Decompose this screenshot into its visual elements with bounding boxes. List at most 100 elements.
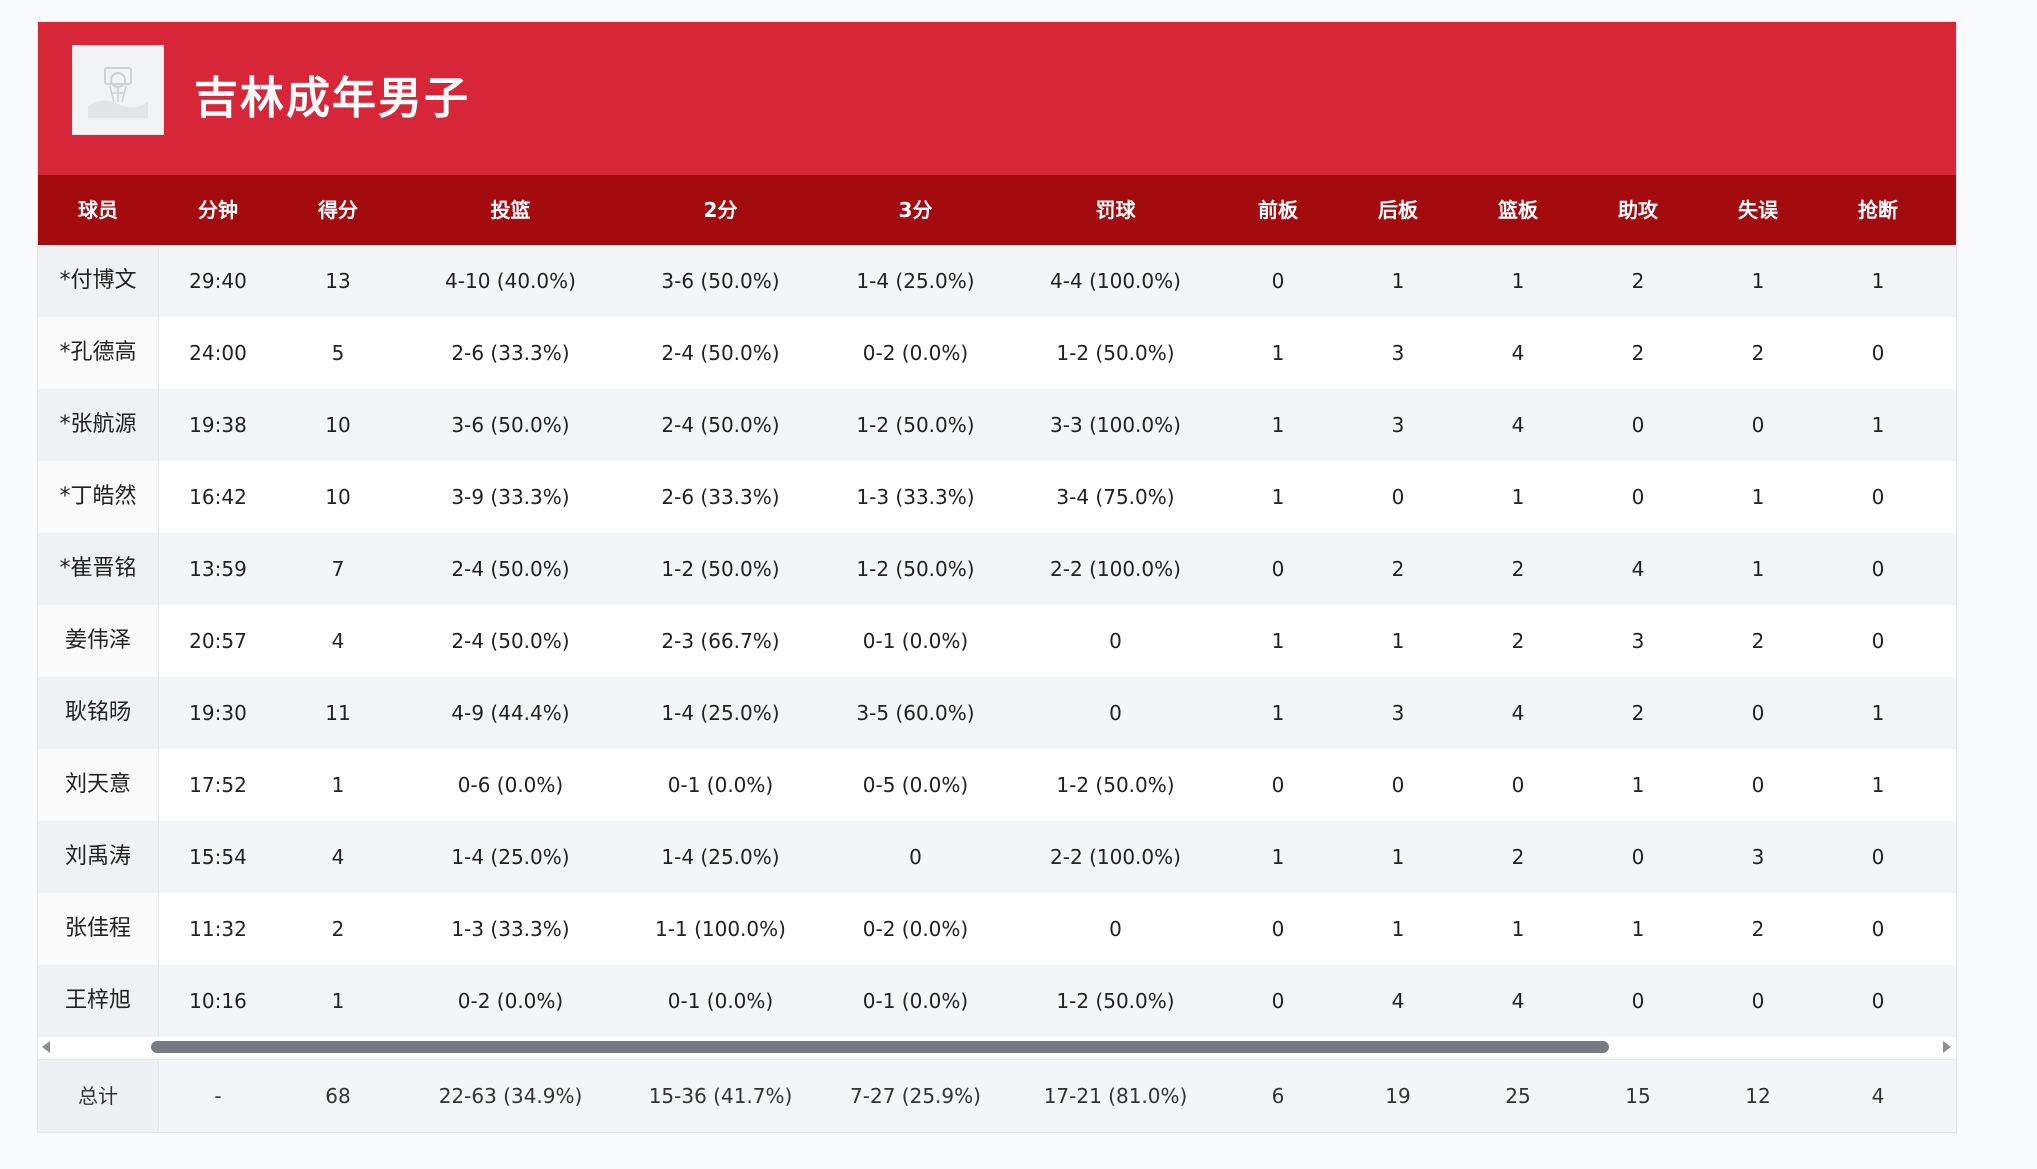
table-row: *崔晋铭 13:59 7 2-4 (50.0%) 1-2 (50.0%) 1-2 (50.… — [38, 533, 1956, 605]
stat-tov: 1 — [1751, 485, 1765, 509]
stat-minutes: 11:32 — [189, 917, 247, 941]
team-name: 吉林成年男子 — [194, 73, 470, 124]
column-header-points[interactable]: 得分 — [278, 175, 398, 245]
stat-tov: 2 — [1751, 629, 1765, 653]
column-header-stl[interactable]: 抢断 — [1818, 175, 1938, 245]
stat-tov: 1 — [1751, 269, 1765, 293]
column-header-minutes[interactable]: 分钟 — [158, 175, 278, 245]
stat-minutes: 19:30 — [189, 701, 247, 725]
stat-reb: 1 — [1511, 917, 1525, 941]
stat-minutes: 15:54 — [189, 845, 247, 869]
team-logo — [72, 45, 164, 135]
stat-reb: 4 — [1511, 413, 1525, 437]
stat-minutes: 24:00 — [189, 341, 247, 365]
scrollbar-thumb[interactable] — [151, 1041, 1609, 1053]
player-name[interactable]: *付博文 — [38, 245, 159, 317]
stat-ast: 3 — [1631, 629, 1645, 653]
stat-stl: 1 — [1871, 269, 1885, 293]
stat-ft: 2-2 (100.0%) — [1050, 845, 1181, 869]
player-name[interactable]: 耿铭旸 — [38, 677, 159, 749]
column-header-reb[interactable]: 篮板 — [1458, 175, 1578, 245]
stat-tov: 2 — [1751, 341, 1765, 365]
stat-three-pt: 1-2 (50.0%) — [856, 557, 975, 581]
stat-points: 10 — [325, 413, 351, 437]
column-header-player[interactable]: 球员 — [38, 175, 158, 245]
stat-minutes: 29:40 — [189, 269, 247, 293]
stat-off-reb: 0 — [1271, 557, 1285, 581]
player-name[interactable]: 刘禹涛 — [38, 821, 159, 893]
stat-fg: 2-4 (50.0%) — [451, 629, 570, 653]
stat-three-pt: 0-2 (0.0%) — [862, 341, 969, 365]
total-stl: 4 — [1871, 1084, 1885, 1108]
stat-reb: 2 — [1511, 845, 1525, 869]
column-header-off-reb[interactable]: 前板 — [1218, 175, 1338, 245]
column-header-two-pt[interactable]: 2分 — [623, 175, 818, 245]
player-name[interactable]: 王梓旭 — [38, 965, 159, 1037]
stat-points: 4 — [331, 629, 345, 653]
stat-tov: 0 — [1751, 701, 1765, 725]
stat-points: 10 — [325, 485, 351, 509]
stat-reb: 2 — [1511, 629, 1525, 653]
total-def-reb: 19 — [1385, 1084, 1411, 1108]
stat-off-reb: 1 — [1271, 629, 1285, 653]
stat-def-reb: 3 — [1391, 413, 1405, 437]
stat-ast: 2 — [1631, 269, 1645, 293]
stat-stl: 1 — [1871, 701, 1885, 725]
table-row: 王梓旭 10:16 1 0-2 (0.0%) 0-1 (0.0%) 0-1 (0.0%) 1… — [38, 965, 1956, 1037]
stat-ast: 0 — [1631, 989, 1645, 1013]
stat-two-pt: 1-2 (50.0%) — [661, 557, 780, 581]
stat-reb: 4 — [1511, 701, 1525, 725]
stat-two-pt: 1-1 (100.0%) — [655, 917, 786, 941]
column-header-blk[interactable]: 扣 — [1938, 175, 1956, 245]
stat-tov: 0 — [1751, 989, 1765, 1013]
stat-ft: 1-2 (50.0%) — [1056, 989, 1175, 1013]
stat-reb: 2 — [1511, 557, 1525, 581]
stat-off-reb: 0 — [1271, 917, 1285, 941]
stat-two-pt: 2-6 (33.3%) — [661, 485, 780, 509]
stat-stl: 0 — [1871, 341, 1885, 365]
stat-def-reb: 3 — [1391, 701, 1405, 725]
stat-def-reb: 1 — [1391, 917, 1405, 941]
box-score-panel: 吉林成年男子 球员分钟得分投篮2分3分罚球前板后板篮板助攻失误抢断扣 *付博文 2… — [37, 21, 1957, 1133]
stat-minutes: 16:42 — [189, 485, 247, 509]
stat-ft: 1-2 (50.0%) — [1056, 341, 1175, 365]
stat-two-pt: 3-6 (50.0%) — [661, 269, 780, 293]
stat-points: 1 — [331, 773, 345, 797]
column-header-tov[interactable]: 失误 — [1698, 175, 1818, 245]
player-name[interactable]: *张航源 — [38, 389, 159, 461]
stat-def-reb: 1 — [1391, 629, 1405, 653]
table-row: *丁皓然 16:42 10 3-9 (33.3%) 2-6 (33.3%) 1-3 (33… — [38, 461, 1956, 533]
scroll-right-arrow-icon[interactable] — [1943, 1041, 1951, 1053]
table-row: *孔德高 24:00 5 2-6 (33.3%) 2-4 (50.0%) 0-2 (0.0… — [38, 317, 1956, 389]
stat-def-reb: 4 — [1391, 989, 1405, 1013]
stat-stl: 0 — [1871, 989, 1885, 1013]
stat-def-reb: 1 — [1391, 845, 1405, 869]
total-off-reb: 6 — [1271, 1084, 1285, 1108]
stat-three-pt: 0 — [909, 845, 922, 869]
player-name[interactable]: *崔晋铭 — [38, 533, 159, 605]
column-header-three-pt[interactable]: 3分 — [818, 175, 1013, 245]
player-name[interactable]: 刘天意 — [38, 749, 159, 821]
column-header-ast[interactable]: 助攻 — [1578, 175, 1698, 245]
stat-ast: 1 — [1631, 917, 1645, 941]
player-name[interactable]: 姜伟泽 — [38, 605, 159, 677]
stat-stl: 0 — [1871, 557, 1885, 581]
table-row: *张航源 19:38 10 3-6 (50.0%) 2-4 (50.0%) 1-2 (50… — [38, 389, 1956, 461]
total-ft: 17-21 (81.0%) — [1043, 1084, 1188, 1108]
stat-ast: 0 — [1631, 413, 1645, 437]
player-name[interactable]: *孔德高 — [38, 317, 159, 389]
player-name[interactable]: 张佳程 — [38, 893, 159, 965]
stat-reb: 4 — [1511, 989, 1525, 1013]
scroll-left-arrow-icon[interactable] — [42, 1041, 50, 1053]
total-ast: 15 — [1625, 1084, 1651, 1108]
stat-three-pt: 1-4 (25.0%) — [856, 269, 975, 293]
horizontal-scrollbar[interactable] — [38, 1037, 1956, 1059]
column-header-def-reb[interactable]: 后板 — [1338, 175, 1458, 245]
stat-ft: 0 — [1109, 629, 1122, 653]
player-name[interactable]: *丁皓然 — [38, 461, 159, 533]
column-header-ft[interactable]: 罚球 — [1013, 175, 1218, 245]
column-header-fg[interactable]: 投篮 — [398, 175, 623, 245]
stat-stl: 0 — [1871, 917, 1885, 941]
stat-fg: 0-2 (0.0%) — [457, 989, 564, 1013]
total-fg: 22-63 (34.9%) — [438, 1084, 583, 1108]
